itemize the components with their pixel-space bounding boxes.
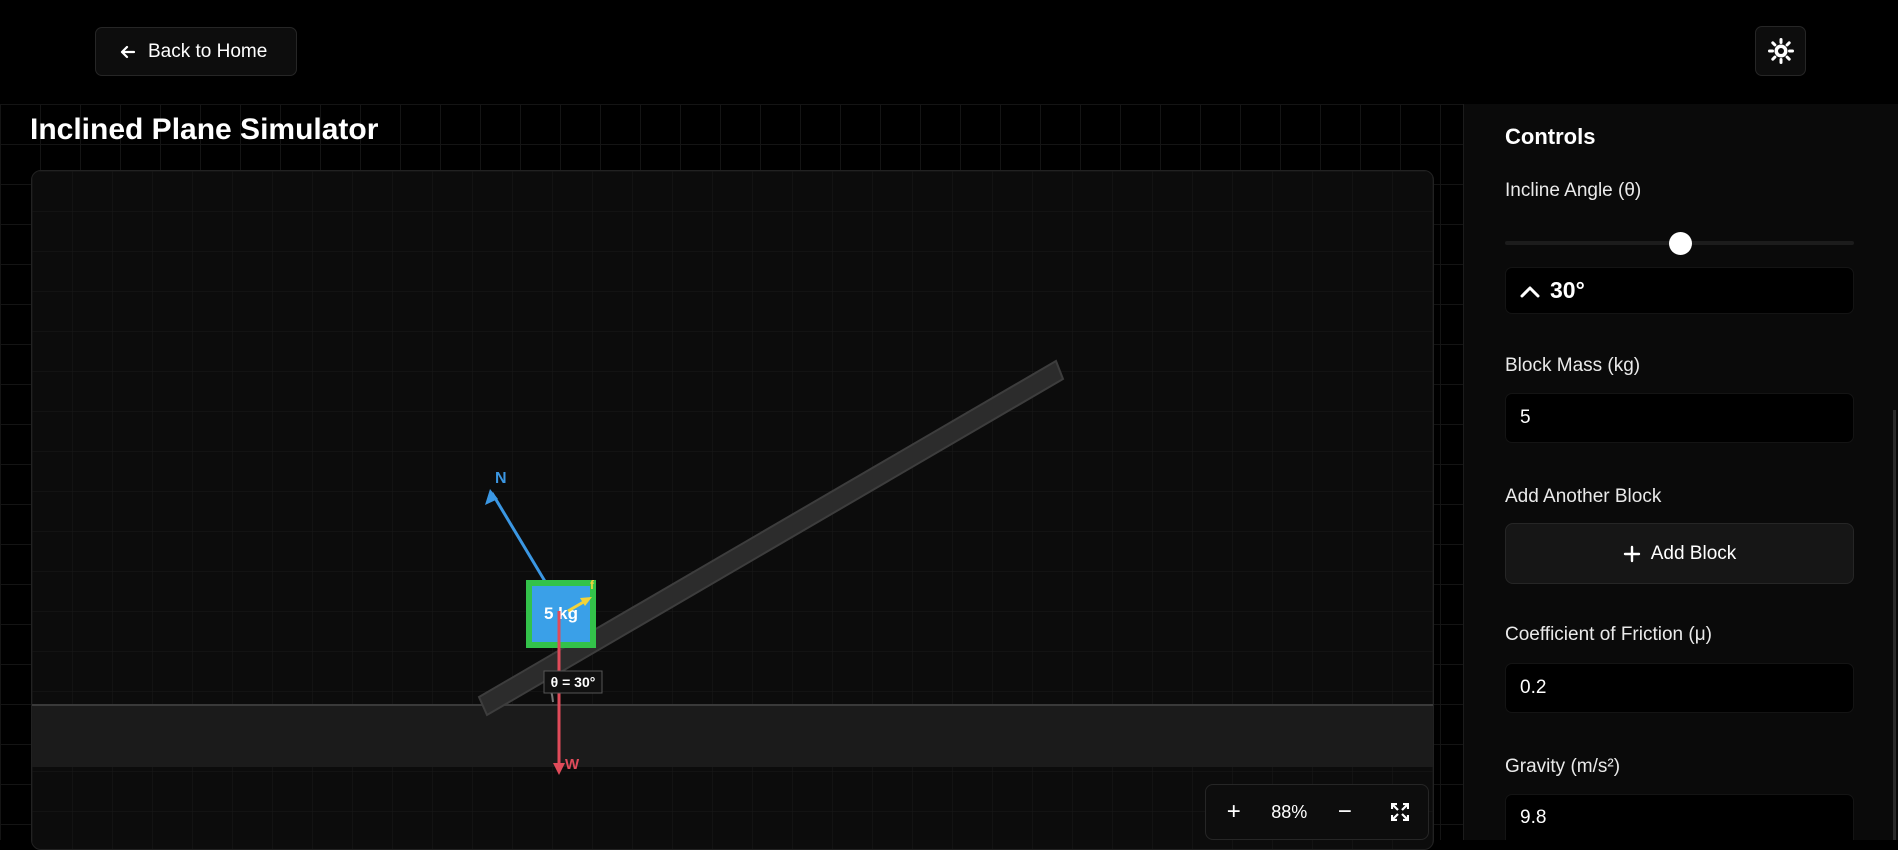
chevron-up-icon (1520, 286, 1540, 297)
block-mass-label: Block Mass (kg) (1505, 355, 1641, 376)
incline-angle-slider-thumb[interactable] (1669, 232, 1692, 255)
add-another-block-label: Add Another Block (1505, 486, 1662, 507)
arrow-left-icon (120, 45, 136, 58)
simulation-scene: N 5 kg f W θ = 30° (32, 171, 1433, 849)
add-block-button[interactable]: Add Block (1505, 523, 1854, 584)
weight-force-label: W (565, 756, 580, 773)
controls-title: Controls (1505, 124, 1596, 149)
sun-icon (1767, 38, 1794, 64)
page-title: Inclined Plane Simulator (30, 113, 379, 146)
sidebar-scrollbar[interactable] (1893, 410, 1896, 840)
back-to-home-label: Back to Home (148, 40, 268, 62)
normal-force-label: N (495, 470, 507, 487)
incline-angle-label: Incline Angle (θ) (1505, 180, 1642, 201)
top-bar: Back to Home (0, 0, 1898, 104)
expand-icon (1391, 803, 1410, 821)
theme-toggle-button[interactable] (1755, 26, 1806, 76)
friction-coefficient-label: Coefficient of Friction (μ) (1505, 624, 1712, 645)
incline-angle-value[interactable]: 30° (1505, 267, 1854, 314)
gravity-input[interactable]: 9.8 (1505, 794, 1854, 840)
controls-sidebar (1463, 104, 1898, 840)
back-to-home-button[interactable]: Back to Home (95, 27, 297, 76)
zoom-out-button[interactable]: − (1327, 794, 1363, 830)
incline-angle-value-text: 30° (1550, 277, 1585, 303)
plus-icon (1623, 545, 1640, 562)
simulation-canvas[interactable]: N 5 kg f W θ = 30° (31, 170, 1434, 850)
zoom-level: 88% (1271, 801, 1308, 822)
ground (32, 705, 1433, 767)
angle-label: θ = 30° (551, 674, 596, 690)
zoom-in-button[interactable]: + (1216, 794, 1252, 830)
fullscreen-button[interactable] (1382, 794, 1418, 830)
friction-coefficient-input[interactable]: 0.2 (1505, 663, 1854, 713)
zoom-controls: + 88% − (1205, 784, 1429, 840)
add-block-label: Add Block (1650, 542, 1737, 564)
block-mass-input[interactable]: 5 (1505, 393, 1854, 443)
gravity-label: Gravity (m/s²) (1505, 756, 1621, 777)
